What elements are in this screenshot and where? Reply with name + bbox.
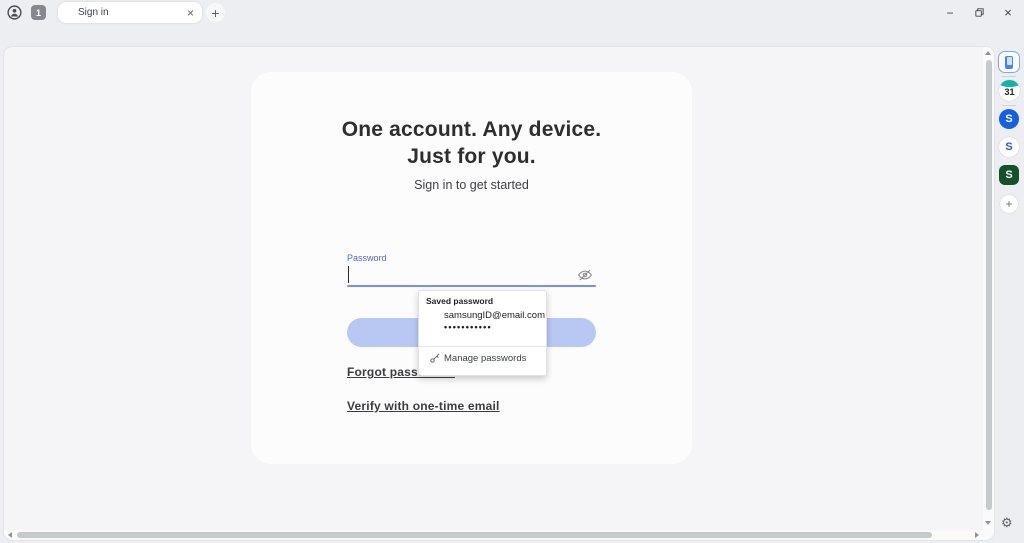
heading-line1: One account. Any device. (341, 118, 602, 141)
vertical-scroll-thumb[interactable] (986, 60, 992, 510)
tab-sign-in[interactable]: Sign in × (58, 2, 202, 23)
horizontal-scroll-thumb[interactable] (17, 532, 932, 538)
sign-in-card: One account. Any device. Just for you. S… (251, 72, 692, 464)
eye-off-icon[interactable] (577, 267, 593, 283)
restore-button[interactable] (970, 4, 988, 21)
calendar-icon[interactable]: 31 (999, 80, 1020, 101)
vertical-scrollbar[interactable] (983, 47, 994, 530)
settings-gear-icon[interactable]: ⚙ (1001, 515, 1013, 531)
manage-passwords-item[interactable]: Manage passwords (444, 353, 526, 364)
dropdown-title: Saved password (426, 296, 494, 306)
phone-link-icon[interactable] (998, 51, 1020, 73)
password-input[interactable] (347, 285, 596, 287)
close-window-button[interactable]: × (999, 4, 1017, 21)
saved-email[interactable]: samsungID@email.com (444, 310, 545, 321)
sidebar-divider (1002, 76, 1016, 77)
key-icon (429, 352, 441, 364)
plus-icon: + (1005, 197, 1013, 211)
plus-icon: + (211, 4, 220, 21)
calendar-cap (999, 80, 1020, 87)
scroll-up-icon[interactable] (985, 51, 991, 55)
navigation-toolbar (0, 25, 1024, 71)
tab-close-icon[interactable]: × (187, 7, 194, 19)
calendar-day: 31 (1004, 87, 1015, 97)
profile-icon[interactable] (6, 4, 23, 21)
sidebar-add-button[interactable]: + (1000, 195, 1018, 213)
dropdown-divider (419, 346, 546, 347)
verify-one-time-email-link[interactable]: Verify with one-time email (347, 399, 500, 413)
password-label: Password (347, 253, 387, 263)
saved-password-dots[interactable]: ••••••••••• (444, 322, 492, 332)
text-caret (348, 266, 349, 283)
saved-password-dropdown: Saved password samsungID@email.com •••••… (418, 290, 547, 376)
page-title: One account. Any device. Just for you. (251, 116, 692, 170)
app-letter: S (1005, 169, 1013, 181)
page-subtitle: Sign in to get started (414, 178, 529, 192)
app-s-blue-circle[interactable]: S (999, 109, 1019, 129)
app-s-green-square[interactable]: S (999, 165, 1019, 185)
minimize-button[interactable]: − (941, 4, 959, 21)
workspace-count: 1 (35, 7, 41, 18)
tab-bar: 1 Sign in × + − × (0, 0, 1024, 25)
app-s-white-circle[interactable]: S (999, 137, 1019, 157)
tab-title: Sign in (78, 7, 109, 18)
scroll-right-icon[interactable] (975, 531, 979, 538)
app-letter: S (1005, 113, 1013, 125)
new-tab-button[interactable]: + (206, 3, 225, 22)
horizontal-scrollbar[interactable] (4, 530, 994, 540)
app-letter: S (1005, 141, 1013, 153)
web-content: One account. Any device. Just for you. S… (4, 47, 994, 540)
sidebar-divider (1002, 105, 1016, 106)
phone-glyph (1005, 55, 1013, 69)
scroll-left-icon[interactable] (8, 531, 12, 538)
workspaces-icon[interactable]: 1 (31, 5, 46, 20)
heading-line2: Just for you. (407, 145, 536, 168)
scroll-down-icon[interactable] (985, 521, 991, 525)
